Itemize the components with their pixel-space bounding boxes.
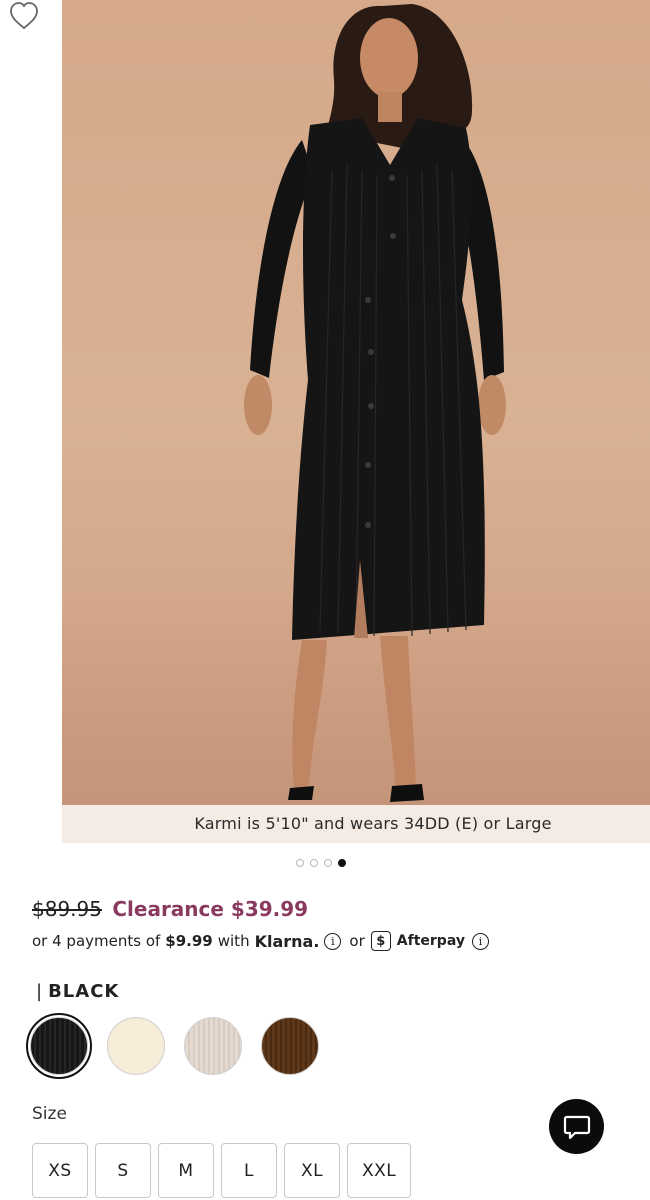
color-swatches: [26, 1013, 323, 1079]
heart-outline-icon: [10, 2, 38, 30]
carousel-dot-active[interactable]: [338, 859, 346, 867]
installment-or: or: [349, 932, 365, 950]
product-image[interactable]: Karmi is 5'10" and wears 34DD (E) or Lar…: [62, 0, 650, 843]
swatch-oatmeal[interactable]: [180, 1013, 246, 1079]
installment-prefix: or 4 payments of: [32, 932, 161, 950]
size-m-button[interactable]: M: [158, 1143, 214, 1198]
carousel-dot[interactable]: [296, 859, 304, 867]
swatch-fill: [30, 1017, 88, 1075]
afterpay-logo: Afterpay: [396, 933, 465, 949]
klarna-info-icon[interactable]: i: [324, 932, 342, 950]
color-label-pipe: |: [36, 981, 44, 1002]
swatch-cream[interactable]: [103, 1013, 169, 1079]
chat-bubble-icon: [563, 1115, 590, 1139]
klarna-logo: Klarna.: [254, 931, 320, 951]
size-xxl-button[interactable]: XXL: [347, 1143, 412, 1198]
size-label: Size: [32, 1104, 67, 1124]
price-row: $89.95 Clearance $39.99: [32, 897, 308, 921]
swatch-black[interactable]: [26, 1013, 92, 1079]
installment-with: with: [217, 932, 250, 950]
selected-color-label: | BLACK: [36, 981, 119, 1002]
size-xl-button[interactable]: XL: [284, 1143, 340, 1198]
chat-button[interactable]: [549, 1099, 604, 1154]
size-xs-button[interactable]: XS: [32, 1143, 88, 1198]
carousel-dot[interactable]: [310, 859, 318, 867]
installment-row: or 4 payments of $9.99 with Klarna. i or…: [32, 931, 489, 951]
model-figure: [244, 4, 506, 802]
swatch-fill: [107, 1017, 165, 1075]
model-size-caption: Karmi is 5'10" and wears 34DD (E) or Lar…: [62, 805, 650, 843]
selected-color-name: BLACK: [48, 981, 120, 1002]
wishlist-button[interactable]: [6, 0, 42, 32]
swatch-fill: [184, 1017, 242, 1075]
carousel-dots[interactable]: [296, 859, 346, 867]
size-s-button[interactable]: S: [95, 1143, 151, 1198]
swatch-brown[interactable]: [257, 1013, 323, 1079]
swatch-fill: [261, 1017, 319, 1075]
carousel-dot[interactable]: [324, 859, 332, 867]
installment-amount: $9.99: [165, 932, 213, 950]
original-price: $89.95: [32, 897, 102, 921]
afterpay-info-icon[interactable]: i: [471, 932, 489, 950]
size-options: XS S M L XL XXL: [32, 1143, 412, 1198]
size-l-button[interactable]: L: [221, 1143, 277, 1198]
afterpay-icon: $: [370, 931, 391, 951]
clearance-price: Clearance $39.99: [112, 897, 309, 921]
